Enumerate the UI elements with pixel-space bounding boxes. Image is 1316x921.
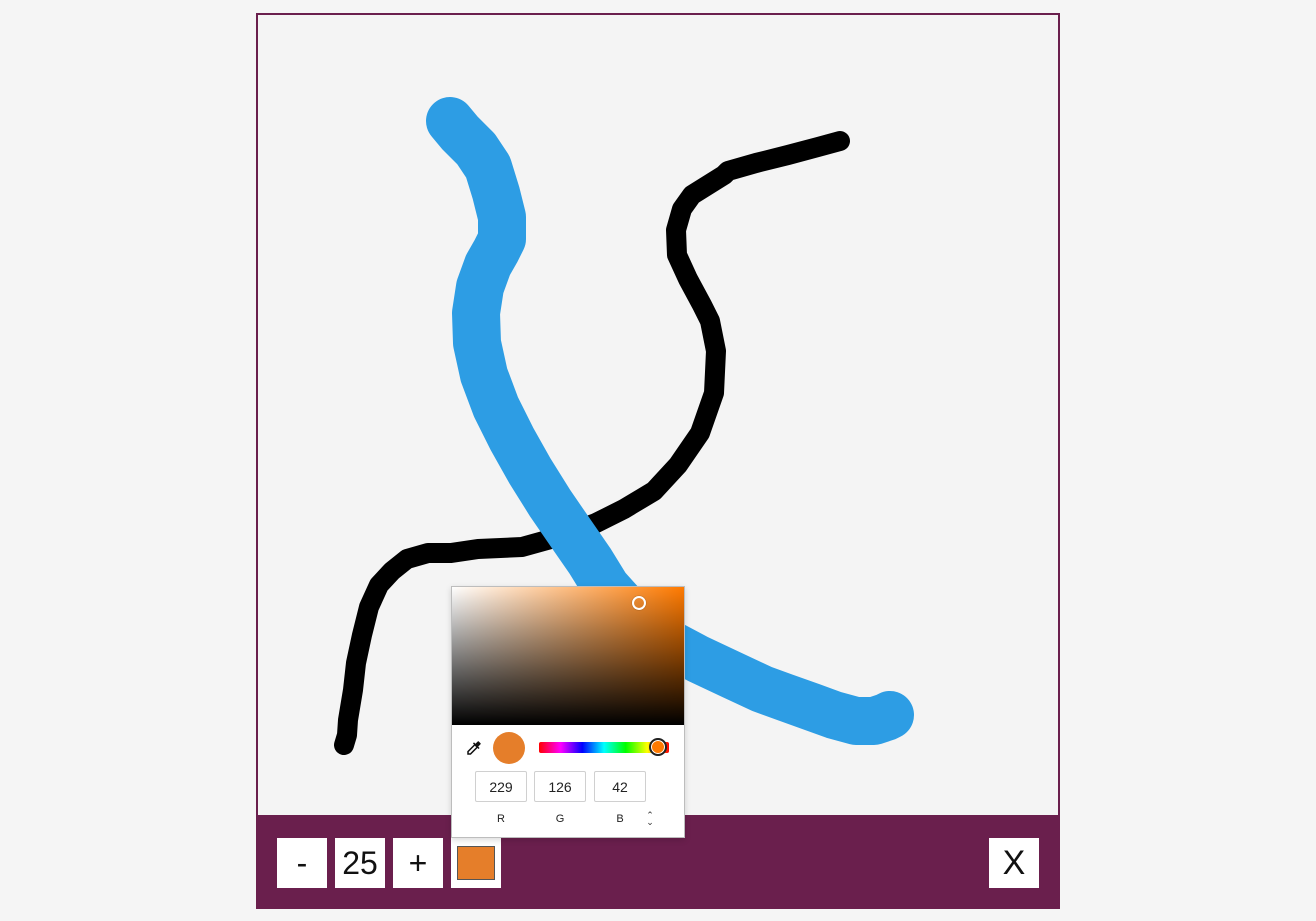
color-picker-popup: R G B ⌃⌄ [451,586,685,838]
red-label: R [497,813,505,825]
red-input[interactable] [475,771,527,802]
close-button[interactable]: X [989,838,1039,888]
brush-size-value: 25 [335,838,385,888]
sv-black-layer [452,587,684,725]
green-label: G [555,813,565,825]
up-down-chevron-icon[interactable]: ⌃ ⌄ [644,811,656,827]
sv-handle[interactable] [632,596,646,610]
decrease-size-button[interactable]: - [277,838,327,888]
blue-label: B [616,813,624,825]
green-input[interactable] [534,771,586,802]
blue-input[interactable] [594,771,646,802]
color-preview [493,732,525,764]
eyedropper-icon[interactable] [465,739,483,757]
increase-size-button[interactable]: + [393,838,443,888]
color-picker-button[interactable] [451,838,501,888]
hue-slider-handle[interactable] [649,738,667,756]
current-color-swatch [457,846,495,880]
saturation-value-area[interactable] [452,587,684,725]
